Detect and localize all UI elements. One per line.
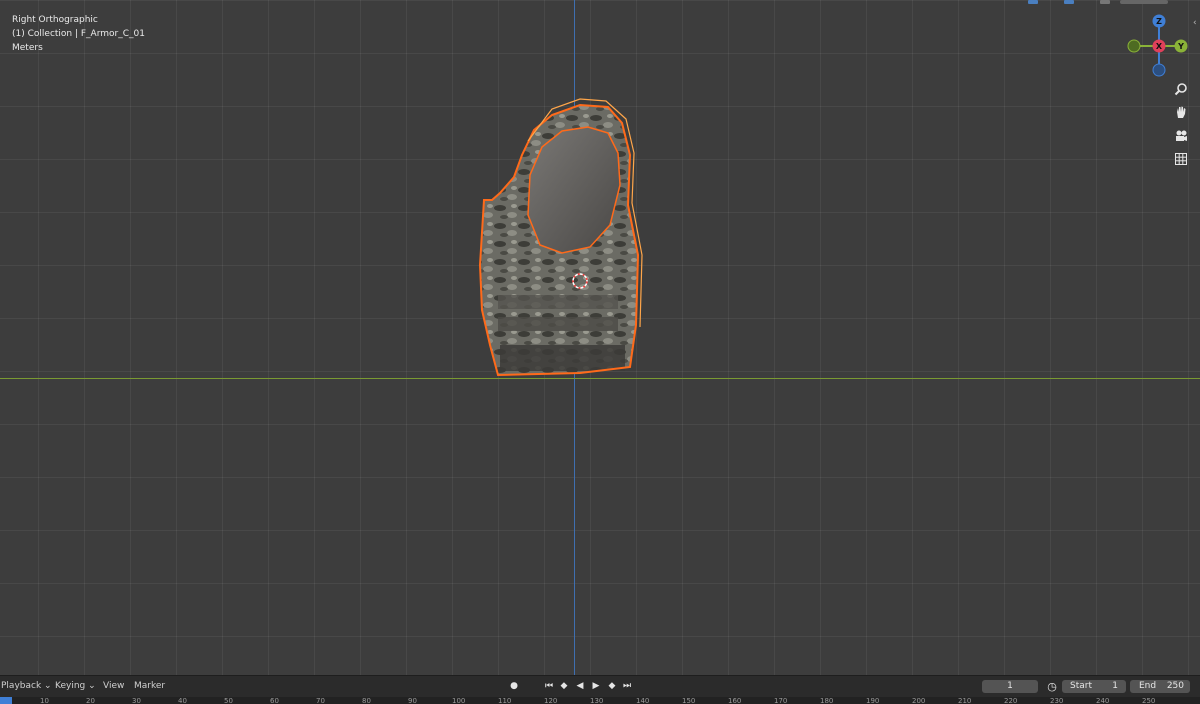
ruler-tick: 130	[590, 697, 604, 704]
start-frame-field[interactable]: Start 1	[1062, 680, 1126, 693]
ruler-tick: 240	[1096, 697, 1110, 704]
end-value: 250	[1166, 681, 1184, 691]
units-label: Meters	[12, 43, 43, 53]
view-menu[interactable]: View	[103, 681, 124, 691]
ruler-tick: 50	[224, 697, 233, 704]
timeline-header: Playback ⌄ Keying ⌄ View Marker ● ⏮ ◆ ◀ …	[0, 675, 1200, 697]
play-reverse-icon[interactable]: ◀	[574, 680, 586, 693]
end-frame-field[interactable]: End 250	[1130, 680, 1190, 693]
start-value: 1	[1112, 681, 1118, 691]
clock-icon[interactable]: ◷	[1046, 680, 1058, 693]
keying-menu[interactable]: Keying ⌄	[55, 681, 96, 691]
gizmo-x-label: X	[1156, 42, 1163, 51]
ruler-tick: 170	[774, 697, 788, 704]
ruler-tick: 60	[270, 697, 279, 704]
ruler-tick: 70	[316, 697, 325, 704]
playhead-marker[interactable]	[0, 697, 12, 704]
gizmo-z-label: Z	[1156, 17, 1162, 26]
ruler-tick: 220	[1004, 697, 1018, 704]
shading-modes-icon[interactable]	[1120, 0, 1168, 4]
ruler-tick: 40	[178, 697, 187, 704]
collection-label: (1) Collection | F_Armor_C_01	[12, 29, 145, 39]
grid-icon[interactable]	[1172, 150, 1190, 168]
gizmo-y-label: Y	[1177, 42, 1184, 51]
ruler-tick: 180	[820, 697, 834, 704]
ruler-tick: 100	[452, 697, 466, 704]
xray-toggle-icon[interactable]	[1064, 0, 1074, 4]
current-frame-field[interactable]: 1	[982, 680, 1038, 693]
ruler-tick: 150	[682, 697, 696, 704]
ruler-tick: 230	[1050, 697, 1064, 704]
pan-hand-icon[interactable]	[1172, 103, 1190, 121]
collapse-arrow-icon[interactable]: ‹	[1193, 18, 1197, 28]
ruler-tick: 80	[362, 697, 371, 704]
ruler-tick: 250	[1142, 697, 1156, 704]
ruler-tick: 30	[132, 697, 141, 704]
zoom-icon[interactable]	[1172, 80, 1190, 98]
jump-end-icon[interactable]: ⏭	[621, 680, 633, 693]
navigation-gizmo[interactable]: Z X Y	[1120, 12, 1200, 82]
ruler-tick: 190	[866, 697, 880, 704]
shading-wire-icon[interactable]	[1100, 0, 1110, 4]
frame-ruler[interactable]: 10 20 30 40 50 60 70 80 90 100 110 120 1…	[0, 697, 1200, 704]
play-icon[interactable]: ▶	[590, 680, 602, 693]
ruler-tick: 140	[636, 697, 650, 704]
ruler-tick: 120	[544, 697, 558, 704]
overlay-toggle-icon[interactable]	[1028, 0, 1038, 4]
end-label: End	[1139, 681, 1157, 691]
camera-icon[interactable]	[1172, 127, 1190, 145]
start-label: Start	[1070, 681, 1092, 691]
ruler-tick: 20	[86, 697, 95, 704]
ruler-tick: 160	[728, 697, 742, 704]
ruler-tick: 200	[912, 697, 926, 704]
ruler-tick: 110	[498, 697, 512, 704]
jump-start-icon[interactable]: ⏮	[543, 680, 555, 693]
ruler-tick: 210	[958, 697, 972, 704]
prev-keyframe-icon[interactable]: ◆	[558, 680, 570, 693]
record-icon[interactable]: ●	[508, 680, 520, 693]
next-keyframe-icon[interactable]: ◆	[606, 680, 618, 693]
view-name: Right Orthographic	[12, 15, 98, 25]
armor-vest-model[interactable]	[470, 95, 670, 385]
ruler-tick: 10	[40, 697, 49, 704]
header-icons-strip	[1000, 0, 1180, 6]
marker-menu[interactable]: Marker	[134, 681, 165, 691]
ruler-tick: 90	[408, 697, 417, 704]
playback-menu[interactable]: Playback ⌄	[1, 681, 52, 691]
3d-viewport[interactable]: Right Orthographic (1) Collection | F_Ar…	[0, 0, 1200, 675]
